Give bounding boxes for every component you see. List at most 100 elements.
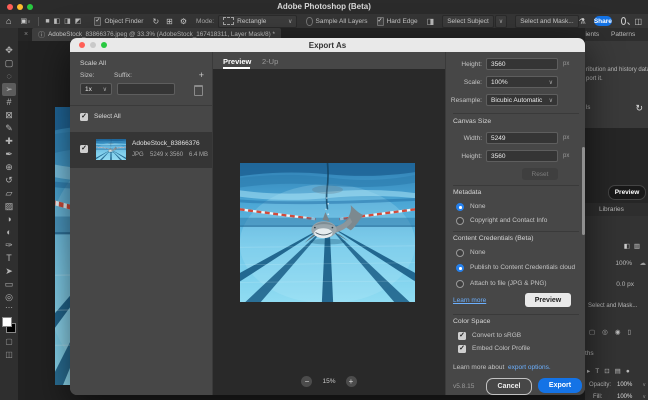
fill-label: Fill: [593, 394, 602, 400]
marquee-tool-icon[interactable]: ▢ [2, 57, 16, 70]
tab-2up[interactable]: 2-Up [262, 57, 278, 66]
zoom-out-button[interactable]: − [301, 376, 312, 387]
brush-settings-icon[interactable]: ◨ [427, 17, 435, 26]
refresh-icon[interactable]: ↻ [635, 103, 643, 114]
export-button[interactable]: Export [538, 378, 582, 393]
fill-value[interactable]: 100% [617, 394, 632, 400]
quick-mask-icon[interactable]: ▢ [5, 337, 13, 346]
eraser-tool-icon[interactable]: ▱ [2, 187, 16, 200]
color-swatches[interactable] [2, 317, 16, 332]
clone-stamp-tool-icon[interactable]: ⊕ [2, 161, 16, 174]
scale-select[interactable]: 100%∨ [486, 76, 558, 88]
export-file-row[interactable]: ✓ AdobeStock_83866376 JPG 5249 x 3560 6.… [70, 132, 212, 168]
convert-srgb-checkbox[interactable]: ✓ [458, 332, 466, 340]
gear-icon[interactable]: ⚙ [180, 17, 187, 26]
panels-icon[interactable]: ◫ [634, 17, 642, 26]
history-brush-tool-icon[interactable]: ↺ [2, 174, 16, 187]
shape-tool-icon[interactable]: ▭ [2, 278, 16, 291]
file-dimensions: 5249 x 3560 [150, 152, 183, 158]
scale-all-header: Scale All [80, 60, 106, 67]
select-and-mask-label: Select and Mask... [520, 18, 573, 25]
metadata-copyright-label: Copyright and Contact Info [470, 217, 547, 224]
type-tool-icon[interactable]: T [2, 252, 16, 265]
object-finder-checkbox[interactable]: ✓ [94, 17, 101, 26]
tab-patterns[interactable]: Patterns [611, 31, 635, 38]
layer-filter-icons[interactable]: ▸T⊡▤● [587, 367, 635, 375]
tab-paths[interactable]: Paths [585, 350, 594, 357]
delete-scale-icon[interactable] [194, 85, 203, 96]
reset-button[interactable]: Reset [522, 168, 558, 180]
tab-close-icon[interactable]: × [24, 31, 28, 38]
overlay-options-icon[interactable]: ⊞ [166, 17, 173, 26]
brush-tool-icon[interactable]: ✒ [2, 148, 16, 161]
cc-none-radio[interactable] [456, 249, 464, 257]
export-options-link[interactable]: export options. [508, 364, 551, 371]
tab-libraries[interactable]: Libraries [599, 206, 624, 213]
learn-more-link[interactable]: Learn more [453, 297, 486, 304]
canvas-width-input[interactable]: 5249 [486, 132, 558, 144]
share-button[interactable]: Share [594, 16, 612, 26]
background-panels: Gradients Patterns ribution and history … [585, 28, 648, 400]
path-select-tool-icon[interactable]: ➤ [2, 265, 16, 278]
dodge-tool-icon[interactable]: ◐ [2, 226, 16, 239]
cc-publish-radio[interactable] [456, 264, 464, 272]
object-selection-tool-icon[interactable]: ➢ [2, 83, 16, 96]
file-checkbox[interactable]: ✓ [80, 145, 88, 153]
blur-tool-icon[interactable]: ◑ [2, 213, 16, 226]
screen-mode-icon[interactable]: ◫ [5, 350, 13, 359]
pen-tool-icon[interactable]: ✑ [2, 239, 16, 252]
lasso-tool-icon[interactable]: ◌ [2, 70, 16, 83]
select-and-mask-button[interactable]: Select and Mask... [515, 15, 578, 28]
cc-preview-button[interactable]: Preview [525, 293, 571, 307]
current-tool-icon[interactable]: ▣∨ [20, 17, 30, 25]
home-icon[interactable]: ⌂ [6, 16, 11, 26]
eyedropper-tool-icon[interactable]: ✎ [2, 122, 16, 135]
zoom-in-button[interactable]: + [346, 376, 357, 387]
move-tool-icon[interactable]: ✥ [2, 44, 16, 57]
panel-scrollbar[interactable] [582, 147, 585, 235]
refresh-icon[interactable]: ↻ [152, 17, 159, 26]
crop-tool-icon[interactable]: # [2, 96, 16, 109]
cloud-icon: ☁ [640, 259, 647, 267]
opacity-value[interactable]: 100% [617, 382, 632, 388]
layer-panel-icons[interactable]: ◧▥ [624, 242, 644, 250]
frame-tool-icon[interactable]: ⊠ [2, 109, 16, 122]
metadata-copyright-radio[interactable] [456, 217, 464, 225]
hard-edge-checkbox[interactable]: ✓ [377, 17, 384, 26]
metadata-none-radio[interactable] [456, 203, 464, 211]
selection-mode-icons[interactable]: ■◧◨◩ [45, 17, 85, 25]
chevron-down-icon: ∨ [288, 18, 292, 25]
suffix-input[interactable] [117, 83, 175, 95]
foreground-color-swatch[interactable] [2, 317, 12, 327]
gradient-tool-icon[interactable]: ▨ [2, 200, 16, 213]
healing-brush-tool-icon[interactable]: ✚ [2, 135, 16, 148]
more-tools-icon[interactable]: ⋯ [5, 304, 13, 314]
visibility-row-icons[interactable]: ▢◎◉▯ [589, 328, 638, 336]
preview-image[interactable] [240, 163, 415, 302]
file-size: 6.4 MB [189, 152, 208, 158]
zoom-level: 15% [322, 378, 335, 385]
height-value: 3560 [491, 61, 505, 68]
mode-value: Rectangle [237, 18, 266, 25]
select-subject-dropdown[interactable]: ∨ [495, 15, 507, 28]
embed-profile-checkbox[interactable]: ✓ [458, 345, 466, 353]
document-canvas-image[interactable] [55, 107, 71, 385]
tool-preset-icon[interactable]: ⚗ [579, 17, 586, 26]
preview-viewport[interactable]: − 15% + [213, 69, 445, 395]
select-and-mask-panel-button[interactable]: Select and Mask... [588, 303, 637, 309]
canvas-height-input[interactable]: 3560 [486, 150, 558, 162]
add-scale-button[interactable]: + [199, 70, 204, 80]
height-input[interactable]: 3560 [486, 58, 558, 70]
mode-select[interactable]: Rectangle ∨ [218, 15, 297, 28]
tab-gradients[interactable]: Gradients [585, 31, 599, 38]
cc-attach-radio[interactable] [456, 280, 464, 288]
resample-select[interactable]: Bicubic Automatic∨ [486, 94, 558, 106]
select-all-checkbox[interactable]: ✓ [80, 113, 88, 121]
select-subject-button[interactable]: Select Subject [442, 15, 494, 28]
preview-panel-button[interactable]: Preview [608, 185, 646, 200]
sample-all-layers-checkbox[interactable] [306, 17, 312, 26]
cancel-button[interactable]: Cancel [486, 378, 532, 395]
size-select[interactable]: 1x ∨ [80, 83, 112, 95]
search-icon[interactable] [621, 17, 627, 25]
tab-preview[interactable]: Preview [223, 57, 251, 66]
